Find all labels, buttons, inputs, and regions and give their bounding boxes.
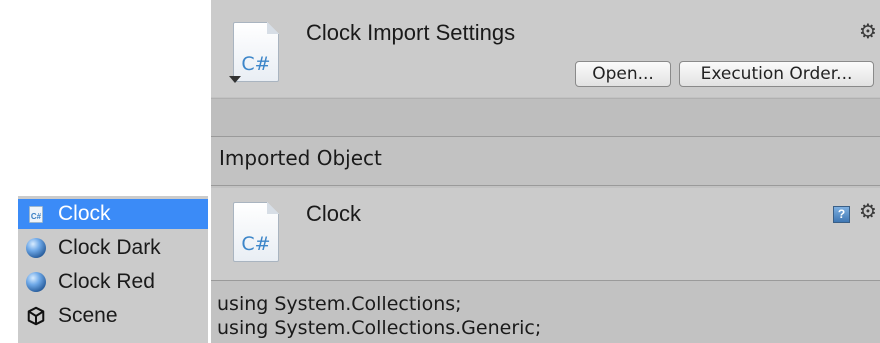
imported-object-header: C# Clock ? ⚙ (211, 188, 880, 280)
list-item-label: Clock Red (58, 270, 155, 293)
divider (211, 136, 880, 137)
list-item-scene[interactable]: Scene (18, 301, 208, 331)
foldout-arrow-icon[interactable] (229, 76, 241, 83)
list-item-clock-red[interactable]: Clock Red (18, 267, 208, 297)
list-item-label: Clock Dark (58, 236, 161, 259)
divider (211, 185, 880, 186)
csharp-script-icon: C# (233, 22, 279, 82)
open-button[interactable]: Open... (575, 61, 671, 87)
material-sphere-icon (26, 272, 46, 292)
import-settings-header: C# Clock Import Settings ⚙ Open... Execu… (211, 0, 880, 97)
list-item-label: Clock (58, 202, 111, 225)
script-preview: using System.Collections; using System.C… (211, 283, 880, 343)
unity-scene-icon (26, 306, 46, 326)
material-sphere-icon (26, 238, 46, 258)
csharp-file-icon: C# (26, 204, 46, 224)
list-item-clock-dark[interactable]: Clock Dark (18, 233, 208, 263)
header-separator-band (211, 98, 880, 137)
inspector-panel: C# Clock Import Settings ⚙ Open... Execu… (211, 0, 880, 343)
code-line: using System.Collections; (217, 293, 462, 315)
gear-icon[interactable]: ⚙ (859, 202, 877, 222)
execution-order-button[interactable]: Execution Order... (679, 61, 874, 87)
code-line: using System.Collections.Generic; (217, 317, 542, 339)
help-icon[interactable]: ? (833, 206, 850, 223)
imported-object-label: Imported Object (219, 146, 382, 170)
csharp-object-icon: C# (233, 202, 279, 262)
page-title: Clock Import Settings (306, 20, 516, 45)
object-name: Clock (306, 201, 362, 226)
divider (211, 280, 880, 281)
list-item-clock[interactable]: C# Clock (18, 199, 208, 229)
project-list: C# Clock Clock Dark Clock Red Scene (18, 196, 208, 343)
gear-icon[interactable]: ⚙ (859, 22, 877, 42)
list-item-label: Scene (58, 304, 118, 327)
